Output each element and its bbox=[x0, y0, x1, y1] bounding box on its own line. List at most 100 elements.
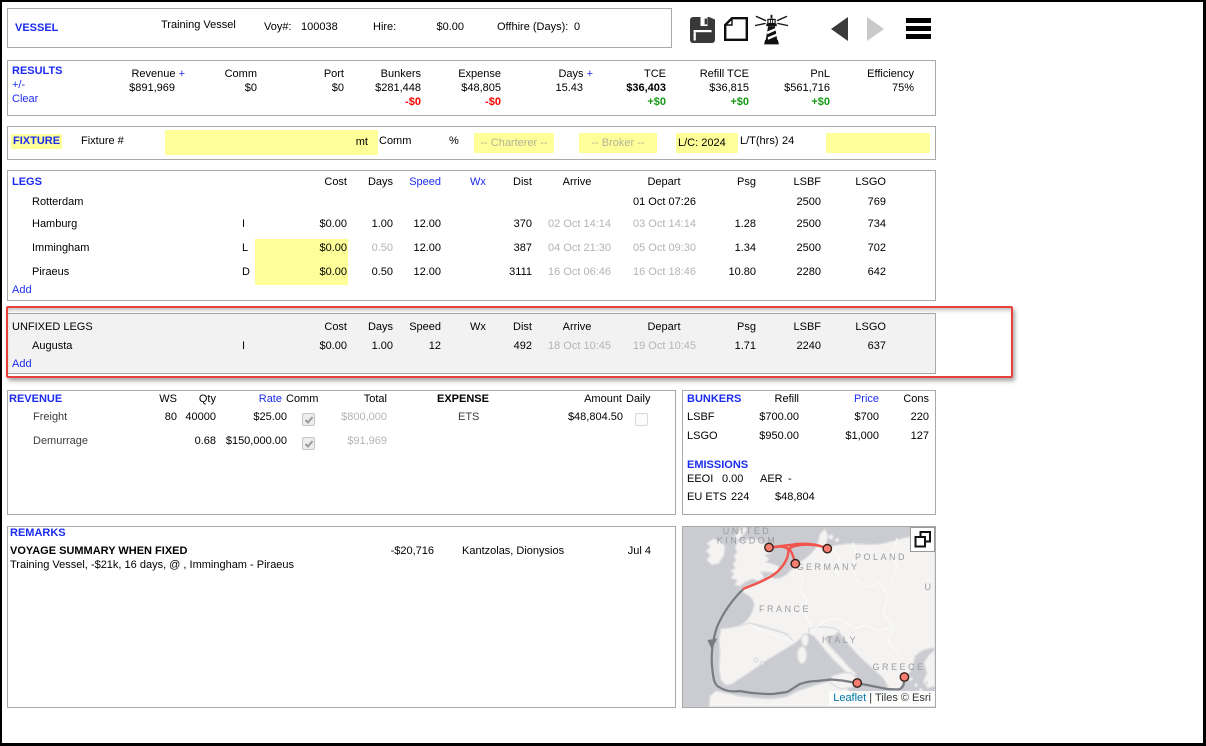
unfixed-leg-port[interactable]: Augusta bbox=[32, 340, 72, 353]
vessel-panel: VESSEL Training Vessel Voy#: 100038 Hire… bbox=[7, 8, 672, 48]
legs-header-speed[interactable]: Speed bbox=[391, 176, 441, 189]
leg-lsgo[interactable]: 642 bbox=[826, 266, 886, 279]
leg-arrive[interactable]: 04 Oct 21:30 bbox=[521, 242, 611, 255]
leg-lsbf[interactable]: 2500 bbox=[761, 196, 821, 209]
revenue-row-label[interactable]: Demurrage bbox=[33, 435, 88, 448]
leg-lsgo[interactable]: 769 bbox=[826, 196, 886, 209]
unfixed-leg-days[interactable]: 1.00 bbox=[343, 340, 393, 353]
leg-depart[interactable]: 03 Oct 14:14 bbox=[606, 218, 696, 231]
revenue-comm-checkbox[interactable] bbox=[302, 413, 315, 426]
marker-piraeus[interactable] bbox=[900, 673, 908, 681]
leg-speed[interactable]: 12.00 bbox=[391, 218, 441, 231]
voyage-summary-text: Training Vessel, -$21k, 16 days, @ , Imm… bbox=[10, 559, 294, 572]
results-clear[interactable]: Clear bbox=[12, 93, 38, 106]
back-icon[interactable] bbox=[831, 17, 848, 41]
vessel-label[interactable]: VESSEL bbox=[15, 22, 58, 35]
hire-value[interactable]: $0.00 bbox=[404, 21, 464, 34]
leg-port[interactable]: Hamburg bbox=[32, 218, 77, 231]
leg-depart[interactable]: 05 Oct 09:30 bbox=[606, 242, 696, 255]
unfixed-add-link[interactable]: Add bbox=[12, 358, 32, 371]
forward-icon[interactable] bbox=[867, 17, 884, 41]
leg-days[interactable]: 0.50 bbox=[343, 242, 393, 255]
revenue-total: $91,969 bbox=[317, 435, 387, 448]
map-label-italy: ITALY bbox=[822, 635, 858, 645]
revenue-row-label[interactable]: Freight bbox=[33, 411, 67, 424]
broker-select[interactable]: -- Broker -- bbox=[579, 133, 657, 153]
leg-arrive[interactable]: 16 Oct 06:46 bbox=[521, 266, 611, 279]
marker-immingham[interactable] bbox=[765, 543, 773, 551]
vessel-name[interactable]: Training Vessel bbox=[161, 19, 236, 32]
voy-number-label: Voy#: bbox=[264, 21, 292, 34]
revenue-header-rate[interactable]: Rate bbox=[232, 393, 282, 406]
unfixed-header-lsgo: LSGO bbox=[826, 321, 886, 334]
voyage-estimator-page: VESSEL Training Vessel Voy#: 100038 Hire… bbox=[0, 0, 1206, 746]
lighthouse-icon[interactable] bbox=[755, 13, 788, 45]
leg-days[interactable]: 0.50 bbox=[343, 266, 393, 279]
expense-row-label[interactable]: ETS bbox=[458, 411, 479, 424]
revenue-rate[interactable]: $150,000.00 bbox=[207, 435, 287, 448]
charterer-select[interactable]: -- Charterer -- bbox=[474, 133, 554, 153]
legs-add-link[interactable]: Add bbox=[12, 284, 32, 297]
leg-psg: 10.80 bbox=[696, 266, 756, 279]
revenue-header-qty: Qty bbox=[166, 393, 216, 406]
lc-field[interactable]: L/C: 2024 bbox=[676, 133, 738, 153]
voyage-summary-date: Jul 4 bbox=[601, 545, 651, 558]
leg-port[interactable]: Rotterdam bbox=[32, 196, 83, 209]
fixture-extra-input[interactable] bbox=[826, 133, 930, 153]
revenue-header-comm: Comm bbox=[286, 393, 318, 406]
offhire-value[interactable]: 0 bbox=[574, 21, 580, 34]
leg-cost[interactable]: $0.00 bbox=[277, 242, 347, 255]
leg-lsgo[interactable]: 702 bbox=[826, 242, 886, 255]
marker-augusta[interactable] bbox=[853, 679, 861, 687]
marker-hamburg[interactable] bbox=[823, 545, 831, 553]
fixture-qty-input[interactable]: mt bbox=[165, 130, 378, 155]
bunker-refill[interactable]: $950.00 bbox=[739, 430, 799, 443]
new-document-icon[interactable] bbox=[724, 17, 748, 41]
unfixed-leg-lsgo[interactable]: 637 bbox=[826, 340, 886, 353]
leg-speed[interactable]: 12.00 bbox=[391, 242, 441, 255]
expense-amount[interactable]: $48,804.50 bbox=[543, 411, 623, 424]
voy-number-value[interactable]: 100038 bbox=[301, 21, 338, 34]
map-panel[interactable]: UNITED KINGDOM POLAND GERMANY FRANCE ITA… bbox=[682, 526, 936, 708]
revenue-comm-checkbox[interactable] bbox=[302, 437, 315, 450]
save-icon[interactable] bbox=[690, 17, 715, 43]
bunkers-header-price[interactable]: Price bbox=[819, 393, 879, 406]
expense-delta: -$0 bbox=[371, 95, 501, 109]
offhire-label: Offhire (Days): bbox=[497, 21, 568, 34]
bunker-price[interactable]: $700 bbox=[819, 411, 879, 424]
expense-daily-checkbox[interactable] bbox=[635, 413, 648, 426]
leg-lsbf[interactable]: 2500 bbox=[761, 242, 821, 255]
expense-header-daily: Daily bbox=[626, 393, 650, 406]
unfixed-leg-lsbf[interactable]: 2240 bbox=[761, 340, 821, 353]
bunker-cons[interactable]: 220 bbox=[879, 411, 929, 424]
unfixed-leg-speed[interactable]: 12 bbox=[391, 340, 441, 353]
revenue-rate[interactable]: $25.00 bbox=[207, 411, 287, 424]
results-plus-minus[interactable]: +/- bbox=[12, 79, 25, 92]
unfixed-leg-arrive[interactable]: 18 Oct 10:45 bbox=[521, 340, 611, 353]
leg-lsbf[interactable]: 2500 bbox=[761, 218, 821, 231]
leg-cost[interactable]: $0.00 bbox=[277, 266, 347, 279]
leg-depart[interactable]: 16 Oct 18:46 bbox=[606, 266, 696, 279]
leg-port[interactable]: Immingham bbox=[32, 242, 89, 255]
legs-header-cost: Cost bbox=[287, 176, 347, 189]
bunker-cons[interactable]: 127 bbox=[879, 430, 929, 443]
unfixed-header-depart: Depart bbox=[619, 321, 709, 334]
map-expand-button[interactable] bbox=[910, 527, 935, 552]
leg-lsgo[interactable]: 734 bbox=[826, 218, 886, 231]
leg-days[interactable]: 1.00 bbox=[343, 218, 393, 231]
bunkers-header-cons: Cons bbox=[879, 393, 929, 406]
leg-lsbf[interactable]: 2280 bbox=[761, 266, 821, 279]
leg-speed[interactable]: 12.00 bbox=[391, 266, 441, 279]
menu-icon[interactable] bbox=[906, 18, 931, 39]
lt-hrs-value[interactable]: 24 bbox=[782, 135, 794, 148]
leaflet-link[interactable]: Leaflet bbox=[833, 692, 866, 704]
leg-port[interactable]: Piraeus bbox=[32, 266, 69, 279]
bunker-price[interactable]: $1,000 bbox=[819, 430, 879, 443]
bunker-refill[interactable]: $700.00 bbox=[739, 411, 799, 424]
leg-cost[interactable]: $0.00 bbox=[277, 218, 347, 231]
marker-rotterdam[interactable] bbox=[791, 560, 799, 568]
unfixed-leg-cost[interactable]: $0.00 bbox=[277, 340, 347, 353]
leg-depart[interactable]: 01 Oct 07:26 bbox=[606, 196, 696, 209]
leg-arrive[interactable]: 02 Oct 14:14 bbox=[521, 218, 611, 231]
unfixed-leg-depart[interactable]: 19 Oct 10:45 bbox=[606, 340, 696, 353]
